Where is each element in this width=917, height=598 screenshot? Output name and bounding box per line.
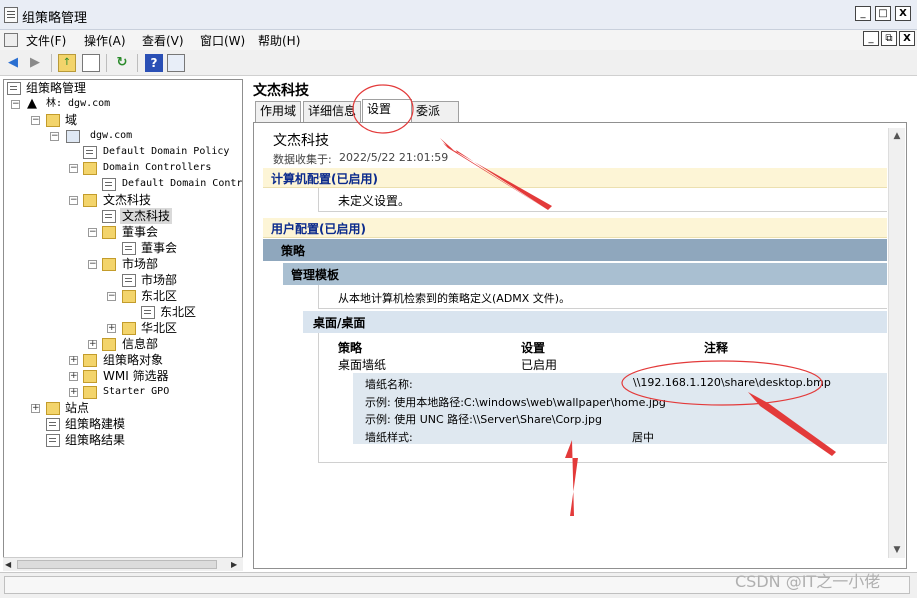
annotation-circle-wallpaper-path [621,360,823,406]
red-annotation-overlay [352,84,836,516]
annotation-arrow-path [748,392,836,456]
annotation-circle-settings-tab [352,84,414,134]
csdn-watermark: CSDN @IT之一小佬 [735,572,881,591]
annotation-arrow-tab-head [440,138,552,210]
annotation-arrow-detail [565,440,578,516]
